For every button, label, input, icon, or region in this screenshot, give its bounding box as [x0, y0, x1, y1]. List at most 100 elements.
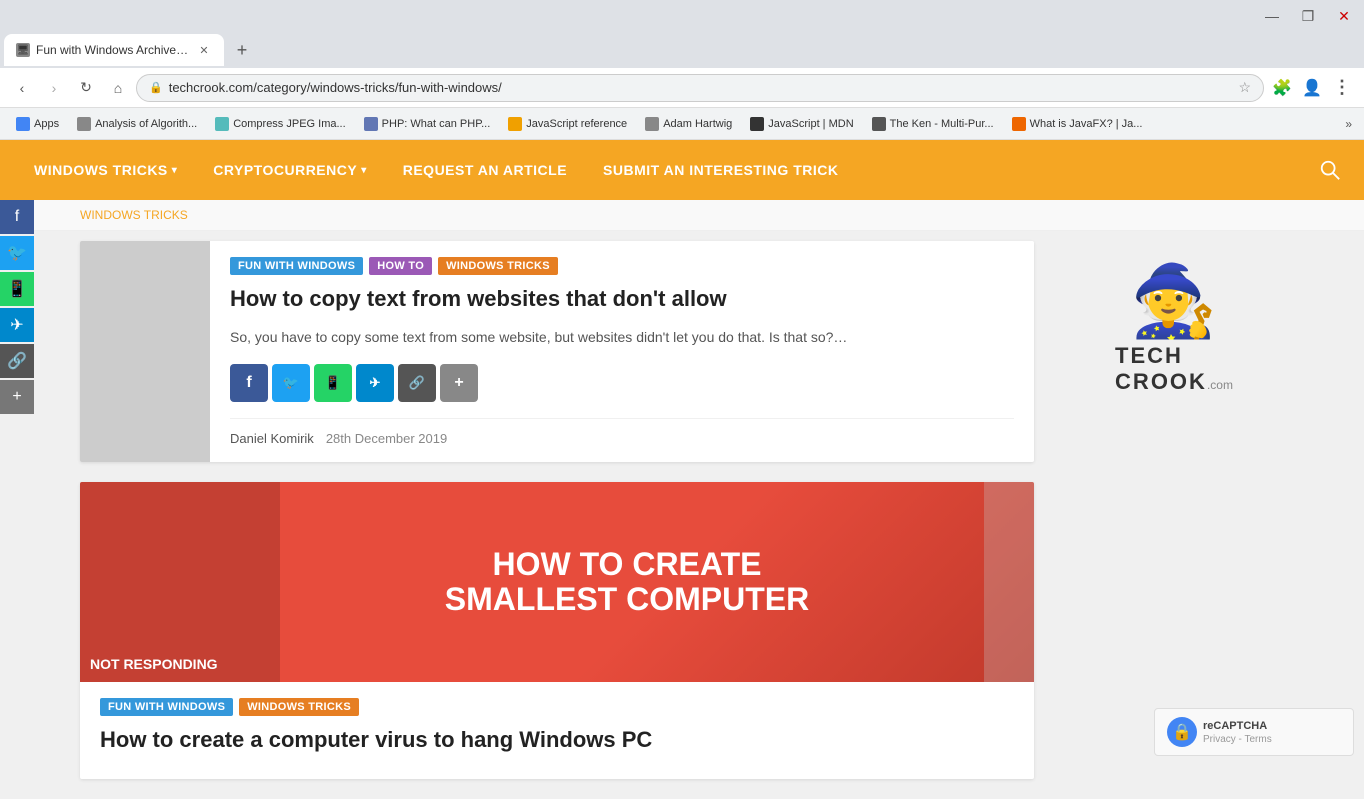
nav-windows-tricks[interactable]: WINDOWS TRICKS ▾ [20, 154, 191, 186]
nav-submit-trick[interactable]: SUBMIT AN INTERESTING TRICK [589, 154, 852, 186]
bookmark-favicon [215, 117, 229, 131]
dropdown-arrow-icon: ▾ [172, 165, 178, 176]
social-sidebar: f 🐦 📱 ✈ 🔗 + [0, 200, 34, 414]
article-author: Daniel Komirik [230, 431, 314, 446]
bookmark-adam[interactable]: Adam Hartwig [637, 115, 740, 133]
menu-button[interactable]: ⋮ [1328, 74, 1356, 102]
tab-favicon: 🖥 [16, 43, 30, 57]
bookmark-js-ref[interactable]: JavaScript reference [500, 115, 635, 133]
back-button[interactable]: ‹ [8, 74, 36, 102]
nav-bar: ‹ › ↻ ⌂ 🔒 techcrook.com/category/windows… [0, 68, 1364, 108]
share-telegram-btn[interactable]: ✈ [356, 364, 394, 402]
tab-title: Fun with Windows Archives - Tec [36, 43, 190, 57]
title-bar: — ❐ ✕ [0, 0, 1364, 32]
bookmark-favicon [16, 117, 30, 131]
share-whatsapp-btn[interactable]: 📱 [314, 364, 352, 402]
nav-menu: WINDOWS TRICKS ▾ CRYPTOCURRENCY ▾ REQUES… [20, 154, 852, 186]
minimize-button[interactable]: — [1260, 4, 1284, 28]
bookmarks-more-button[interactable]: » [1341, 115, 1356, 133]
bookmark-favicon [1012, 117, 1026, 131]
tag-how-to[interactable]: HOW TO [369, 257, 432, 275]
breadcrumb: WINDOWS TRICKS [0, 200, 1364, 231]
bookmarks-bar: Apps Analysis of Algorith... Compress JP… [0, 108, 1364, 140]
tag-fun-windows-2[interactable]: FUN WITH WINDOWS [100, 698, 233, 716]
sidebar-whatsapp-btn[interactable]: 📱 [0, 272, 34, 306]
bookmark-favicon [364, 117, 378, 131]
bookmark-apps[interactable]: Apps [8, 115, 67, 133]
active-tab[interactable]: 🖥 Fun with Windows Archives - Tec ✕ [4, 34, 224, 66]
recaptcha-title: reCAPTCHA [1203, 720, 1272, 732]
article-card-2: NOT RESPONDING HOW TO CREATESMALLEST COM… [80, 482, 1034, 779]
article-title-2: How to create a computer virus to hang W… [100, 726, 1014, 755]
bookmark-label: Compress JPEG Ima... [233, 118, 345, 130]
bookmark-label: JavaScript reference [526, 118, 627, 130]
tab-close-button[interactable]: ✕ [196, 42, 212, 58]
share-facebook-btn[interactable]: f [230, 364, 268, 402]
logo-figure-icon: 🧙 [1115, 261, 1233, 343]
bookmark-php[interactable]: PHP: What can PHP... [356, 115, 499, 133]
share-twitter-btn[interactable]: 🐦 [272, 364, 310, 402]
recaptcha-widget: 🔒 reCAPTCHA Privacy - Terms [1154, 708, 1354, 756]
article-title: How to copy text from websites that don'… [230, 285, 1014, 314]
tag-windows-tricks-2[interactable]: WINDOWS TRICKS [239, 698, 359, 716]
bookmark-analysis[interactable]: Analysis of Algorith... [69, 115, 205, 133]
article-thumbnail [80, 241, 210, 462]
recaptcha-icon: 🔒 [1167, 717, 1197, 747]
bookmark-favicon [750, 117, 764, 131]
nav-actions: 🧩 👤 ⋮ [1268, 74, 1356, 102]
bookmark-ken[interactable]: The Ken - Multi-Pur... [864, 115, 1002, 133]
article-body: FUN WITH WINDOWS HOW TO WINDOWS TRICKS H… [210, 241, 1034, 462]
sidebar-facebook-btn[interactable]: f [0, 200, 34, 234]
sidebar-copy-btn[interactable]: 🔗 [0, 344, 34, 378]
address-bar[interactable]: 🔒 techcrook.com/category/windows-tricks/… [136, 74, 1264, 102]
recaptcha-links[interactable]: Privacy - Terms [1203, 734, 1272, 745]
address-text: techcrook.com/category/windows-tricks/fu… [169, 80, 1233, 95]
nav-cryptocurrency[interactable]: CRYPTOCURRENCY ▾ [199, 154, 380, 186]
bookmark-favicon [645, 117, 659, 131]
sidebar-twitter-btn[interactable]: 🐦 [0, 236, 34, 270]
maximize-button[interactable]: ❐ [1296, 4, 1320, 28]
dropdown-arrow-icon: ▾ [361, 165, 367, 176]
new-tab-button[interactable]: + [228, 36, 256, 64]
main-content: WINDOWS TRICKS ▾ CRYPTOCURRENCY ▾ REQUES… [0, 140, 1364, 799]
bookmark-favicon [508, 117, 522, 131]
site-nav: WINDOWS TRICKS ▾ CRYPTOCURRENCY ▾ REQUES… [0, 140, 1364, 200]
bookmark-javafx[interactable]: What is JavaFX? | Ja... [1004, 115, 1151, 133]
search-button[interactable] [1316, 156, 1344, 184]
article-meta: Daniel Komirik 28th December 2019 [230, 418, 1014, 446]
home-button[interactable]: ⌂ [104, 74, 132, 102]
sidebar-telegram-btn[interactable]: ✈ [0, 308, 34, 342]
forward-button[interactable]: › [40, 74, 68, 102]
bookmark-label: Adam Hartwig [663, 118, 732, 130]
article-card-1: FUN WITH WINDOWS HOW TO WINDOWS TRICKS H… [80, 241, 1034, 462]
article-tags-2: FUN WITH WINDOWS WINDOWS TRICKS [100, 698, 1014, 716]
article-share-buttons: f 🐦 📱 ✈ 🔗 + [230, 364, 1014, 402]
bookmark-favicon [872, 117, 886, 131]
article-tags: FUN WITH WINDOWS HOW TO WINDOWS TRICKS [230, 257, 1014, 275]
close-button[interactable]: ✕ [1332, 4, 1356, 28]
extensions-icon[interactable]: 🧩 [1268, 74, 1296, 102]
avatar-icon[interactable]: 👤 [1298, 74, 1326, 102]
nav-request-article[interactable]: REQUEST AN ARTICLE [389, 154, 581, 186]
refresh-button[interactable]: ↻ [72, 74, 100, 102]
sidebar-share-btn[interactable]: + [0, 380, 34, 414]
bookmark-label: Analysis of Algorith... [95, 118, 197, 130]
star-icon[interactable]: ☆ [1238, 79, 1251, 96]
article-date: 28th December 2019 [326, 431, 447, 446]
logo-text: TECH [1115, 343, 1183, 369]
tag-fun-windows[interactable]: FUN WITH WINDOWS [230, 257, 363, 275]
share-copy-btn[interactable]: 🔗 [398, 364, 436, 402]
bookmark-label: The Ken - Multi-Pur... [890, 118, 994, 130]
lock-icon: 🔒 [149, 81, 163, 94]
bookmark-compress[interactable]: Compress JPEG Ima... [207, 115, 353, 133]
tag-windows-tricks[interactable]: WINDOWS TRICKS [438, 257, 558, 275]
bookmark-favicon [77, 117, 91, 131]
bookmark-mdn[interactable]: JavaScript | MDN [742, 115, 861, 133]
articles-column: FUN WITH WINDOWS HOW TO WINDOWS TRICKS H… [80, 241, 1034, 799]
breadcrumb-link[interactable]: WINDOWS TRICKS [80, 208, 188, 222]
article-excerpt: So, you have to copy some text from some… [230, 326, 1014, 348]
tab-bar: 🖥 Fun with Windows Archives - Tec ✕ + [0, 32, 1364, 68]
share-more-btn[interactable]: + [440, 364, 478, 402]
logo-crook-text: CROOK [1115, 369, 1207, 395]
article-big-image: NOT RESPONDING HOW TO CREATESMALLEST COM… [80, 482, 1034, 682]
